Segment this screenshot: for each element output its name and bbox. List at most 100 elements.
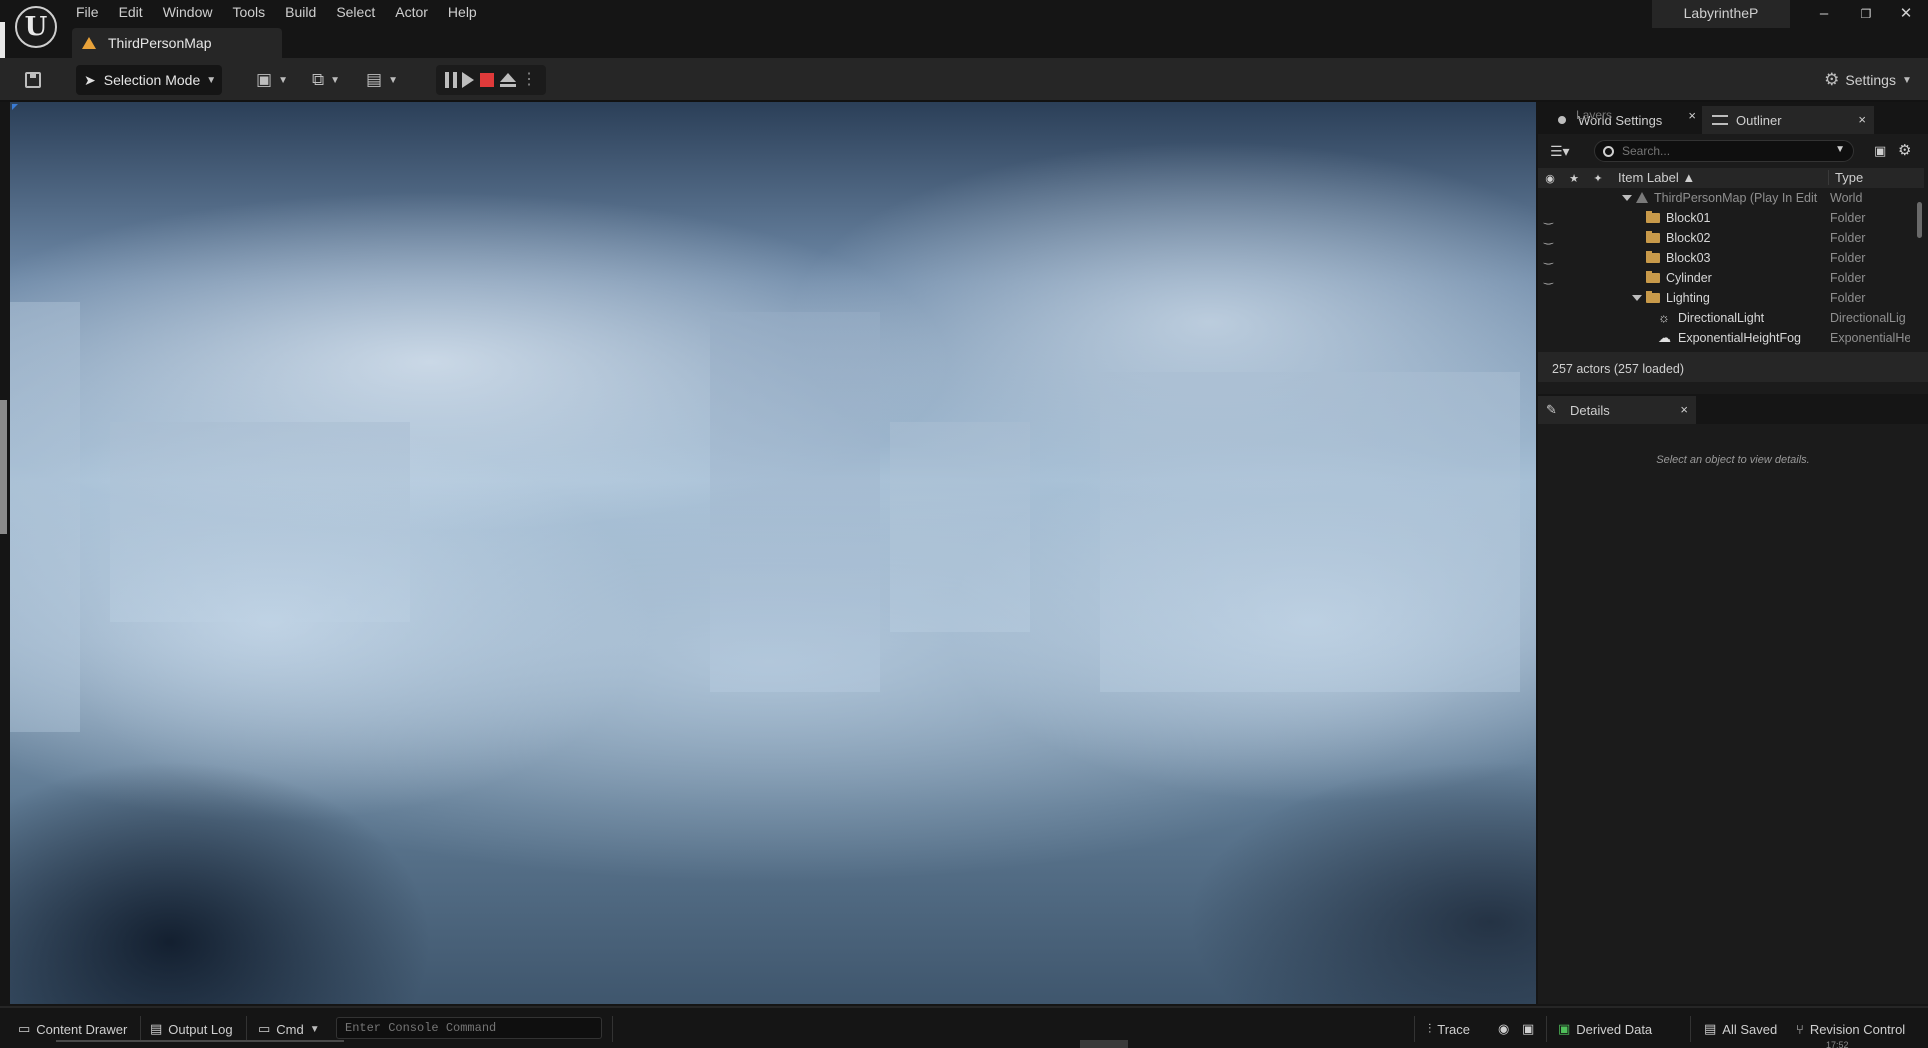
add-actor-button[interactable]: ▣ ▼ (252, 65, 292, 95)
filter-icon[interactable]: ☰▾ (1550, 143, 1570, 160)
expand-arrow-icon[interactable] (1622, 195, 1632, 201)
menu-tools[interactable]: Tools (222, 0, 275, 24)
trace-label: Trace (1437, 1021, 1470, 1037)
outliner-row-actor[interactable]: ☼ DirectionalLight DirectionalLig (1538, 308, 1910, 328)
outliner-row-folder[interactable]: Lighting Folder (1538, 288, 1910, 308)
project-name-badge: LabyrintheP (1652, 0, 1790, 28)
expand-arrow-icon[interactable] (1632, 295, 1642, 301)
stop-icon[interactable] (479, 73, 494, 87)
chevron-down-icon: ▼ (206, 74, 217, 86)
output-log-button[interactable]: ▤ Output Log (150, 1018, 233, 1040)
menu-actor[interactable]: Actor (385, 0, 438, 24)
selection-mode-dropdown[interactable]: ➤ Selection Mode ▼ (76, 65, 222, 95)
close-tab-icon[interactable]: × (1688, 108, 1696, 123)
close-window-button[interactable]: ✕ (1886, 0, 1926, 28)
revision-control-button[interactable]: ⑂ Revision Control (1796, 1018, 1905, 1040)
row-type: Folder (1830, 251, 1866, 265)
menu-file[interactable]: File (66, 0, 109, 24)
close-tab-icon[interactable]: × (1858, 112, 1866, 127)
visibility-closed-icon[interactable]: ‿ (1544, 272, 1553, 285)
map-tab[interactable]: ThirdPersonMap (72, 28, 282, 58)
screenshot-button[interactable]: ▣ (1522, 1018, 1540, 1040)
record-button[interactable]: ◉ (1498, 1018, 1515, 1040)
row-label: Block01 (1666, 211, 1711, 225)
eject-icon[interactable] (499, 73, 516, 87)
directional-light-icon: ☼ (1658, 310, 1670, 325)
step-forward-icon[interactable] (462, 72, 475, 88)
cmd-dropdown[interactable]: ▭ Cmd ▼ (258, 1018, 320, 1040)
outliner-row-folder[interactable]: ‿ Cylinder Folder (1538, 268, 1910, 288)
gear-icon: ⚙ (1824, 70, 1840, 89)
menu-help[interactable]: Help (438, 0, 487, 24)
taskbar-indicator (1080, 1040, 1128, 1048)
outliner-row-folder[interactable]: ‿ Block03 Folder (1538, 248, 1910, 268)
menu-window[interactable]: Window (153, 0, 223, 24)
warning-icon (82, 37, 96, 49)
outliner-row-actor[interactable]: ☁ ExponentialHeightFog ExponentialHe (1538, 328, 1910, 348)
content-drawer-button[interactable]: ▭ Content Drawer (18, 1018, 127, 1040)
console-command-input[interactable] (336, 1017, 602, 1039)
folder-icon (1646, 251, 1660, 263)
scrollbar-thumb[interactable] (1917, 202, 1922, 238)
menu-edit[interactable]: Edit (109, 0, 153, 24)
height-fog-icon: ☁ (1658, 330, 1671, 345)
outliner-row-folder[interactable]: ‿ Block02 Folder (1538, 228, 1910, 248)
star-column-icon[interactable]: ★ (1562, 172, 1586, 185)
all-saved-button[interactable]: ▤ All Saved (1704, 1018, 1777, 1040)
terminal-icon: ▭ (258, 1021, 271, 1036)
revision-control-label: Revision Control (1809, 1021, 1906, 1037)
settings-label: Settings (1845, 72, 1896, 88)
chevron-down-icon: ▼ (309, 1023, 320, 1035)
outliner-rows: ThirdPersonMap (Play In Edit World ‿ Blo… (1538, 188, 1910, 348)
active-accent-bar (0, 22, 5, 60)
close-tab-icon[interactable]: × (1680, 402, 1688, 417)
menu-select[interactable]: Select (326, 0, 385, 24)
tab-layers-ghost: Layers (1576, 108, 1613, 122)
outliner-row-folder[interactable]: ‿ Block01 Folder (1538, 208, 1910, 228)
all-saved-label: All Saved (1722, 1021, 1778, 1037)
tab-details[interactable]: ✎ Details × (1538, 396, 1696, 424)
visibility-closed-icon[interactable]: ‿ (1544, 252, 1553, 265)
search-input[interactable] (1622, 144, 1822, 158)
world-icon (1636, 192, 1648, 203)
left-edge-scrollbar[interactable] (0, 400, 7, 534)
outliner-icon (1712, 115, 1728, 125)
divider (246, 1016, 247, 1042)
content-drawer-icon: ▭ (18, 1021, 31, 1036)
visibility-closed-icon[interactable]: ‿ (1544, 212, 1553, 225)
row-type: Folder (1830, 211, 1866, 225)
trace-button[interactable]: ⫶ Trace (1428, 1018, 1470, 1040)
cinematics-button[interactable]: ▤ ▼ (362, 65, 402, 95)
outliner-scrollbar[interactable] (1917, 188, 1922, 348)
visibility-column-icon[interactable]: ◉ (1538, 172, 1562, 185)
settings-button[interactable]: ⚙ Settings ▼ (1820, 65, 1916, 95)
pause-icon[interactable] (444, 72, 457, 88)
column-item-label[interactable]: Item Label ▲ (1618, 170, 1695, 185)
content-drawer-label: Content Drawer (36, 1021, 128, 1037)
new-folder-icon[interactable]: ▣ (1874, 143, 1886, 159)
menu-build[interactable]: Build (275, 0, 326, 24)
chevron-down-icon[interactable]: ▼ (1835, 144, 1845, 155)
open-folder-icon (1646, 291, 1660, 303)
record-icon: ◉ (1498, 1021, 1510, 1036)
derived-data-button[interactable]: ▣ Derived Data (1558, 1018, 1652, 1040)
gear-icon[interactable]: ⚙ (1898, 141, 1911, 159)
unreal-editor-window: U File Edit Window Tools Build Select Ac… (0, 0, 1928, 1048)
maze-wall (110, 422, 410, 622)
save-button[interactable] (20, 65, 46, 95)
minimize-button[interactable]: – (1804, 0, 1844, 28)
row-type: Folder (1830, 291, 1866, 305)
level-viewport[interactable] (10, 102, 1536, 1004)
visibility-closed-icon[interactable]: ‿ (1544, 232, 1553, 245)
tab-world-settings[interactable]: Layers World Settings × (1546, 106, 1704, 134)
restore-button[interactable]: ❐ (1846, 0, 1886, 28)
tab-outliner[interactable]: Outliner × (1702, 106, 1874, 134)
unreal-logo-icon[interactable]: U (15, 6, 57, 48)
more-options-icon[interactable]: ⋮ (521, 72, 537, 88)
outliner-search[interactable]: ▼ (1594, 140, 1854, 162)
derived-data-icon: ▣ (1558, 1021, 1571, 1036)
pin-column-icon[interactable]: ✦ (1586, 172, 1610, 185)
outliner-row-world[interactable]: ThirdPersonMap (Play In Edit World (1538, 188, 1910, 208)
blueprint-button[interactable]: ⧉ ▼ (306, 65, 346, 95)
column-type[interactable]: Type (1828, 170, 1863, 185)
